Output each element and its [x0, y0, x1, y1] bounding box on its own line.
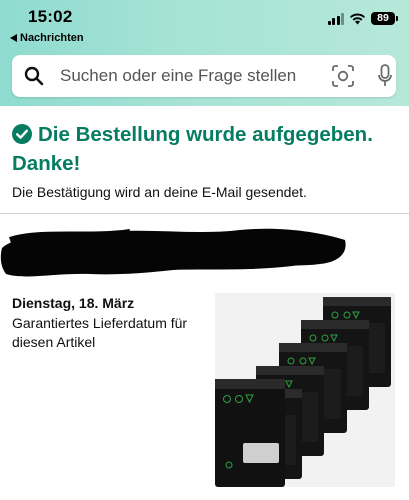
order-confirmation-heading: Die Bestellung wurde aufgegeben. Danke!	[12, 120, 402, 178]
app-header: 15:02 Nachrichten 89	[0, 0, 409, 106]
product-image[interactable]	[215, 293, 395, 487]
back-triangle-icon	[10, 33, 17, 42]
delivery-guarantee-note: Garantiertes Lieferdatum für diesen Arti…	[12, 315, 188, 350]
confirmation-subtitle: Die Bestätigung wird an deine E-Mail ges…	[12, 184, 307, 200]
back-link-label: Nachrichten	[20, 31, 84, 44]
wifi-icon	[349, 12, 366, 25]
magnifier-icon[interactable]	[24, 66, 44, 86]
camera-lens-icon[interactable]	[332, 65, 354, 87]
status-icons: 89	[327, 12, 398, 25]
search-input[interactable]	[60, 63, 320, 89]
delivery-date: Dienstag, 18. März	[12, 295, 135, 311]
redacted-scribble	[0, 228, 346, 277]
section-divider	[0, 213, 409, 214]
status-time: 15:02	[28, 7, 73, 26]
back-to-messages-link[interactable]: Nachrichten	[10, 31, 84, 44]
check-circle-icon	[12, 124, 32, 144]
cellular-signal-icon	[327, 13, 344, 25]
microphone-icon[interactable]	[378, 64, 392, 88]
confirmation-title-text: Die Bestellung wurde aufgegeben. Danke!	[12, 123, 373, 175]
battery-icon: 89	[371, 12, 398, 25]
search-bar[interactable]	[12, 55, 396, 97]
